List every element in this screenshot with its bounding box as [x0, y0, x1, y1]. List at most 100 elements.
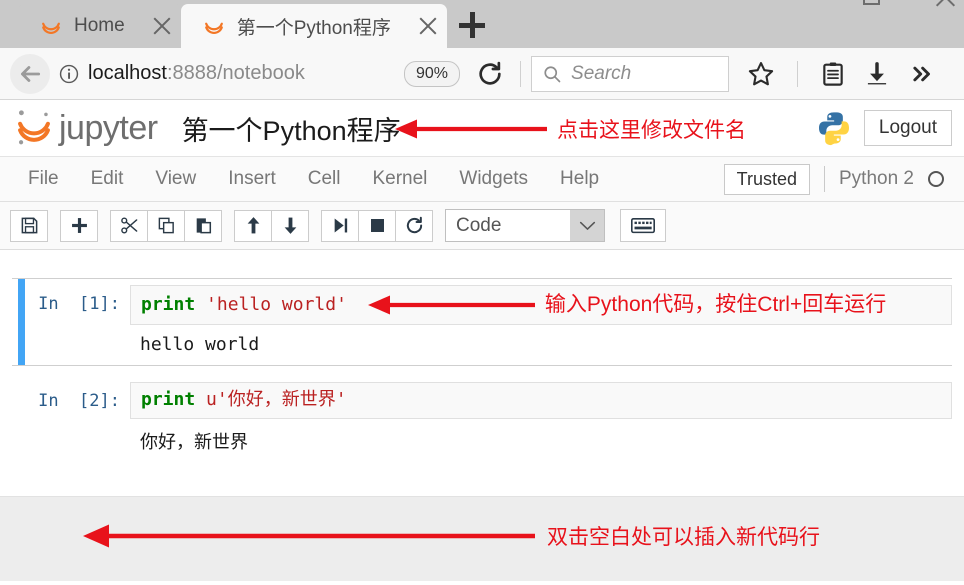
menu-item-insert[interactable]: Insert [212, 162, 292, 196]
notebook-title[interactable]: 第一个Python程序 [182, 109, 401, 148]
reload-icon [479, 61, 501, 85]
code-keyword: print [141, 293, 196, 315]
close-tab-icon[interactable] [151, 15, 173, 37]
maximize-window-button[interactable] [863, 0, 880, 5]
url-host: localhost [88, 62, 167, 84]
trusted-badge[interactable]: Trusted [723, 163, 810, 195]
cell-type-value: Code [456, 214, 502, 236]
back-arrow-icon [21, 65, 41, 82]
info-circle-icon[interactable] [58, 63, 80, 85]
new-tab-button[interactable] [457, 10, 487, 40]
move-cell-down-button[interactable] [271, 209, 309, 242]
jupyter-logo[interactable]: jupyter [14, 107, 158, 149]
jupyter-toolbar: Code [0, 202, 964, 250]
save-button[interactable] [10, 209, 48, 242]
arrow-up-icon [247, 217, 259, 234]
back-button[interactable] [10, 53, 50, 94]
close-tab-icon[interactable] [417, 15, 439, 37]
cell-output: 你好，新世界 [140, 431, 248, 453]
code-string-prefix: u [206, 389, 217, 411]
menu-item-kernel[interactable]: Kernel [356, 162, 443, 196]
annotation-header: 点击这里修改文件名 [392, 114, 746, 144]
browser-chrome: Home 第一个Python程序 localhost:8888/notebook… [0, 0, 964, 100]
copy-cell-button[interactable] [147, 209, 185, 242]
annotation-cell-input-text: 输入Python代码，按住Ctrl+回车运行 [544, 293, 887, 316]
annotation-arrow-left-icon [367, 295, 535, 315]
cell-input-editor[interactable]: print 'hello world' 输入Python代码，按住Ctrl+回车… [130, 285, 952, 326]
scissors-icon [120, 217, 137, 234]
reload-button[interactable] [472, 56, 508, 92]
jupyter-notebook-page: jupyter 第一个Python程序 点击这里修改文件名 Logout Fil… [0, 100, 964, 581]
browser-action-icons [747, 60, 936, 88]
search-box[interactable]: Search [531, 55, 730, 92]
jupyter-logo-text: jupyter [59, 108, 158, 147]
cell-prompt: In [1]: [38, 294, 120, 314]
zoom-level-badge[interactable]: 90% [404, 60, 461, 87]
menu-item-widgets[interactable]: Widgets [443, 162, 544, 196]
run-cell-button[interactable] [321, 209, 359, 242]
notebook-cell[interactable]: In [2]: print u '你好，新世界' 你好，新世界 [12, 376, 952, 464]
search-icon [544, 65, 561, 82]
keyboard-icon [631, 217, 655, 234]
move-cell-up-button[interactable] [234, 209, 272, 242]
toolbar-group-run [321, 209, 433, 242]
cut-cell-button[interactable] [110, 209, 148, 242]
menubar-divider [824, 166, 825, 192]
paste-cell-button[interactable] [184, 209, 222, 242]
cell-input-editor[interactable]: print u '你好，新世界' [130, 382, 952, 419]
toolbar-group-insert [60, 209, 98, 242]
plus-icon [71, 218, 87, 233]
search-placeholder: Search [571, 62, 632, 84]
menubar-right: Trusted Python 2 [723, 163, 952, 195]
browser-tab-title: 第一个Python程序 [236, 17, 391, 39]
toolbar-group-save [10, 209, 48, 242]
cell-type-select[interactable]: Code [445, 209, 605, 242]
stop-square-icon [370, 219, 384, 232]
annotation-arrow-left-icon [83, 524, 535, 548]
browser-tab-notebook[interactable]: 第一个Python程序 [180, 4, 447, 48]
save-icon [21, 217, 37, 234]
code-string: '你好，新世界' [216, 389, 347, 411]
jupyter-menubar: File Edit View Insert Cell Kernel Widget… [0, 156, 964, 202]
notebook-cell-container[interactable]: In [1]: print 'hello world' 输入Python代码，按… [0, 250, 964, 496]
cell-content: print 'hello world' 输入Python代码，按住Ctrl+回车… [130, 285, 952, 359]
menu-item-view[interactable]: View [139, 162, 212, 196]
url-bar[interactable]: localhost:8888/notebook [58, 54, 398, 94]
restart-kernel-button[interactable] [395, 209, 433, 242]
library-icon[interactable] [820, 60, 846, 88]
toolbar-divider [797, 60, 799, 87]
toolbar-divider [520, 60, 522, 87]
cell-prompt: In [2]: [38, 391, 120, 412]
chevron-down-glyph [579, 221, 595, 230]
menu-item-edit[interactable]: Edit [75, 162, 140, 196]
close-window-button[interactable] [934, 0, 956, 8]
menu-item-help[interactable]: Help [544, 162, 615, 196]
interrupt-kernel-button[interactable] [358, 209, 396, 242]
run-icon [334, 218, 347, 233]
browser-tab-home[interactable]: Home [18, 4, 181, 48]
logout-button[interactable]: Logout [863, 110, 952, 146]
code-keyword: print [141, 389, 196, 411]
command-palette-button[interactable] [620, 209, 666, 242]
star-icon[interactable] [747, 60, 775, 88]
download-icon[interactable] [864, 60, 890, 88]
header-right-controls: Logout [816, 110, 952, 146]
url-path: :8888/notebook [166, 62, 305, 84]
cell-content: print u '你好，新世界' 你好，新世界 [130, 382, 952, 458]
insert-cell-below-button[interactable] [60, 209, 98, 242]
cell-output: hello world [140, 334, 260, 356]
notebook-empty-area[interactable]: 双击空白处可以插入新代码行 [0, 496, 964, 581]
restart-icon [406, 216, 422, 234]
toolbar-group-clipboard [110, 209, 222, 242]
tab-strip: Home 第一个Python程序 [0, 0, 964, 48]
code-string: 'hello world' [206, 293, 347, 315]
notebook-cell[interactable]: In [1]: print 'hello world' 输入Python代码，按… [12, 278, 952, 367]
python-logo-icon [818, 112, 849, 146]
menu-item-cell[interactable]: Cell [292, 162, 357, 196]
chevron-down-icon[interactable] [570, 210, 604, 241]
menu-item-file[interactable]: File [12, 162, 75, 196]
annotation-arrow-left-icon [395, 119, 547, 139]
chevron-double-right-icon[interactable] [908, 61, 936, 87]
jupyter-header: jupyter 第一个Python程序 点击这里修改文件名 Logout [0, 100, 964, 156]
